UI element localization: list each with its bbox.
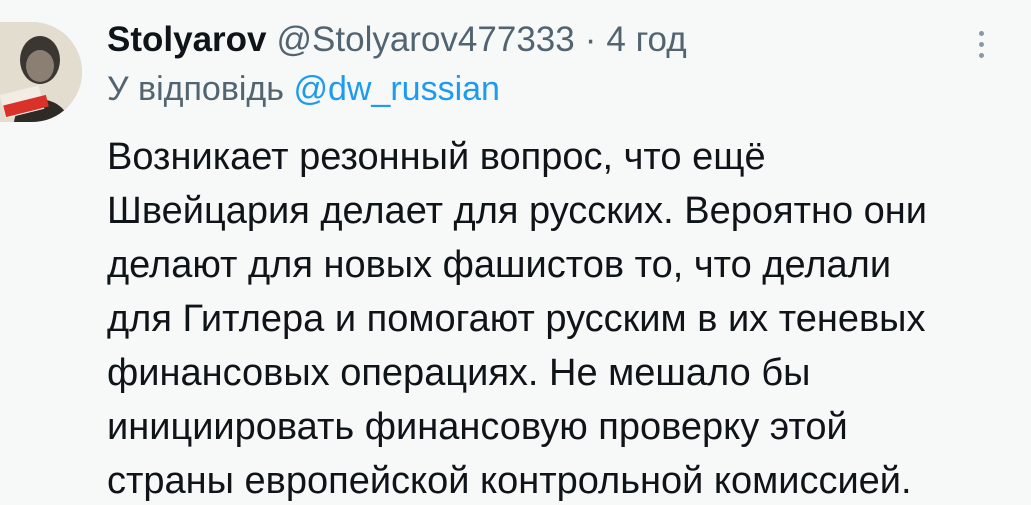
tweet-text-line: финансовых операциях. Не мешало бы <box>107 352 811 394</box>
tweet-text: Возникает резонный вопрос, что ещё Швейц… <box>107 130 1007 505</box>
tweet-text-line: инициировать финансовую проверку этой <box>107 406 848 448</box>
reply-prefix: У відповідь <box>107 70 284 108</box>
tweet-text-line: для Гитлера и помогают русским в их тене… <box>107 298 926 340</box>
reply-mention-link[interactable]: @dw_russian <box>293 70 500 108</box>
tweet-timestamp[interactable]: 4 год <box>606 20 686 60</box>
tweet-text-line: Возникает резонный вопрос, что ещё <box>107 136 766 178</box>
more-vertical-icon[interactable] <box>966 24 996 64</box>
more-dot <box>978 30 984 36</box>
tweet-text-line: делают для новых фашистов то, что делали <box>107 244 892 286</box>
avatar[interactable] <box>0 22 82 122</box>
separator-dot: · <box>584 20 597 59</box>
author-handle[interactable]: @Stolyarov477333 <box>277 20 575 60</box>
avatar-image <box>0 22 82 122</box>
reply-context: У відповідь @dw_russian <box>107 70 500 109</box>
tweet-header: Stolyarov @Stolyarov477333 · 4 год <box>107 16 687 64</box>
tweet-text-line: страны европейской контрольной комиссией… <box>107 460 912 502</box>
author-display-name[interactable]: Stolyarov <box>107 20 267 60</box>
more-dot <box>978 41 984 47</box>
tweet-card[interactable]: Stolyarov @Stolyarov477333 · 4 год У від… <box>0 0 1031 505</box>
more-dot <box>978 52 984 58</box>
tweet-text-line: Швейцария делает для русских. Вероятно о… <box>107 190 928 232</box>
